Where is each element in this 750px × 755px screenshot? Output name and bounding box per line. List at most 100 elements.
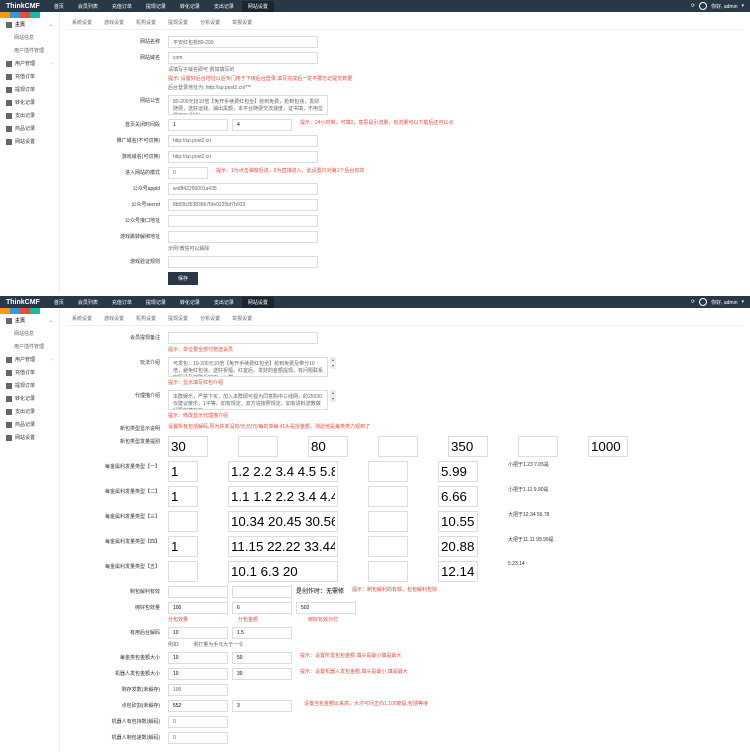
down-icon[interactable]: ▾	[330, 396, 336, 402]
side-siteinfo[interactable]: 网站信息	[0, 31, 59, 44]
nav-withdraw[interactable]: 提现记录	[140, 297, 172, 308]
user-avatar-icon[interactable]	[699, 2, 707, 10]
backend-2[interactable]	[232, 627, 292, 639]
qty-5[interactable]	[448, 436, 488, 457]
chevron-down-icon[interactable]: ▾	[741, 299, 744, 305]
redirect-input[interactable]	[168, 231, 318, 243]
side-goods[interactable]: 商品记录	[0, 122, 59, 135]
remain-input[interactable]	[168, 684, 228, 696]
member-note-input[interactable]	[168, 332, 318, 344]
r4-v4[interactable]	[438, 536, 478, 557]
r4-v3[interactable]	[368, 536, 408, 557]
tab-report[interactable]: 举报设置	[228, 16, 256, 29]
brand[interactable]: ThinkCMF	[6, 299, 40, 306]
r1-v2[interactable]	[228, 461, 338, 482]
r5-v4[interactable]	[438, 561, 478, 582]
side-expense[interactable]: 支出记录	[0, 405, 59, 418]
qty-6[interactable]	[518, 436, 558, 457]
robot-max[interactable]	[232, 668, 292, 680]
r2-v2[interactable]	[228, 486, 338, 507]
side-siteinfo[interactable]: 网站信息	[0, 327, 59, 340]
nav-settings[interactable]: 网站设置	[242, 1, 274, 12]
game-domain-input[interactable]	[168, 151, 318, 163]
qty-3[interactable]	[308, 436, 348, 457]
verify-input[interactable]	[168, 256, 318, 268]
user-label[interactable]: 你好, admin	[711, 3, 737, 10]
nav-convert[interactable]: 转化记录	[174, 297, 206, 308]
nav-expense[interactable]: 支出记录	[208, 1, 240, 12]
r3-v1[interactable]	[168, 511, 198, 532]
side-goods[interactable]: 商品记录	[0, 418, 59, 431]
nav-settings[interactable]: 网站设置	[242, 297, 274, 308]
notice-textarea[interactable]: 80-200元抢10倍【免开手续费红包全】抢到免费，抢到包违，发财随便，送好运钱…	[168, 95, 328, 115]
r1-v1[interactable]	[168, 461, 198, 482]
r3-v2[interactable]	[228, 511, 338, 532]
bind-1[interactable]	[168, 602, 228, 614]
nav-withdraw[interactable]: 提现记录	[140, 1, 172, 12]
domain-input[interactable]	[168, 52, 318, 64]
api-input[interactable]	[168, 215, 318, 227]
nav-home[interactable]: 首页	[48, 1, 70, 12]
brand[interactable]: ThinkCMF	[6, 3, 40, 10]
appid-input[interactable]	[168, 183, 318, 195]
r5-v3[interactable]	[368, 561, 408, 582]
r1-v3[interactable]	[368, 461, 408, 482]
r5-v1[interactable]	[168, 561, 198, 582]
backend-1[interactable]	[168, 627, 228, 639]
secret-input[interactable]	[168, 199, 318, 211]
refresh-icon[interactable]: ⟳	[691, 299, 695, 305]
r5-v2[interactable]	[228, 561, 338, 582]
nav-recharge[interactable]: 充值订单	[106, 1, 138, 12]
tab-analysis[interactable]: 分析设置	[196, 312, 224, 325]
side-usermgmt[interactable]: 用户管理›	[0, 353, 59, 366]
sitename-input[interactable]	[168, 36, 318, 48]
side-convert[interactable]: 转化记录	[0, 96, 59, 109]
r1-v4[interactable]	[438, 461, 478, 482]
bind-2[interactable]	[232, 602, 292, 614]
robot-hold-input[interactable]	[168, 716, 228, 728]
side-usermgmt[interactable]: 用户管理›	[0, 57, 59, 70]
qty-4[interactable]	[378, 436, 418, 457]
closetime-from[interactable]	[168, 119, 228, 131]
tab-withdraw[interactable]: 提现设置	[164, 16, 192, 29]
qty-1[interactable]	[168, 436, 208, 457]
r2-v3[interactable]	[368, 486, 408, 507]
user-avatar-icon[interactable]	[699, 298, 707, 306]
qty-2[interactable]	[238, 436, 278, 457]
play-intro-textarea[interactable]: 可发包：10-200元10倍【免开手续费红包全】抢到免费及带分10倍，避免红包违…	[168, 357, 328, 377]
robot-speed-input[interactable]	[168, 732, 228, 744]
down-icon[interactable]: ▾	[330, 363, 336, 369]
r4-v1[interactable]	[168, 536, 198, 557]
side-home[interactable]: 主页⌄	[0, 314, 59, 327]
enter-mode-input[interactable]	[168, 167, 208, 179]
range-max[interactable]	[232, 652, 292, 664]
refresh-icon[interactable]: ⟳	[691, 3, 695, 9]
cut-2[interactable]	[232, 700, 292, 712]
range-min[interactable]	[168, 652, 228, 664]
qty-7[interactable]	[588, 436, 628, 457]
side-recharge[interactable]: 充值订单	[0, 366, 59, 379]
r4-v2[interactable]	[228, 536, 338, 557]
side-home[interactable]: 主页⌄	[0, 18, 59, 31]
tab-system[interactable]: 系统设置	[68, 312, 96, 325]
nav-members[interactable]: 会员列表	[72, 1, 104, 12]
closetime-to[interactable]	[232, 119, 292, 131]
side-plugin[interactable]: 用户插件管理	[0, 44, 59, 57]
side-settings[interactable]: 网站设置	[0, 135, 59, 148]
tab-game[interactable]: 游戏设置	[100, 16, 128, 29]
tab-system[interactable]: 系统设置	[68, 16, 96, 29]
nav-recharge[interactable]: 充值订单	[106, 297, 138, 308]
r3-v3[interactable]	[368, 511, 408, 532]
cut-1[interactable]	[168, 700, 228, 712]
tab-game[interactable]: 游戏设置	[100, 312, 128, 325]
nav-members[interactable]: 会员列表	[72, 297, 104, 308]
save-button[interactable]: 保存	[168, 272, 198, 285]
chevron-down-icon[interactable]: ▾	[741, 3, 744, 9]
bind-3[interactable]	[296, 602, 356, 614]
agent-intro-textarea[interactable]: 本群娱乐，严禁下买，加入本群即可视为同意购中三线网，的25030仅建议傻乐，1平…	[168, 390, 328, 410]
side-withdraw[interactable]: 提现订单	[0, 83, 59, 96]
nav-home[interactable]: 首页	[48, 297, 70, 308]
tab-agency[interactable]: 机构设置	[132, 16, 160, 29]
valid-2[interactable]	[232, 586, 292, 598]
tab-agency[interactable]: 机构设置	[132, 312, 160, 325]
